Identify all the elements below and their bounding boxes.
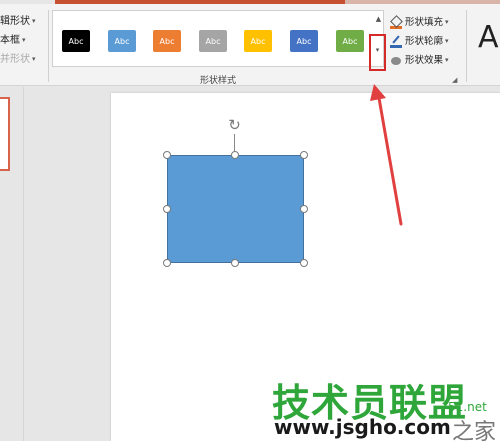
format-buttons: 形状填充 ▾ 形状轮廓 ▾ 形状效果 ▾	[390, 13, 460, 70]
style-swatch-orange[interactable]: Abc	[153, 30, 181, 52]
pen-outline-icon	[390, 36, 402, 48]
group-divider	[466, 10, 467, 82]
shape-styles-gallery: Abc Abc Abc Abc Abc Abc Abc	[52, 10, 384, 67]
chevron-down-icon: ▾	[32, 55, 36, 63]
dialog-launcher-icon[interactable]: ◢	[452, 76, 457, 84]
slide-thumbnail-selected[interactable]	[0, 97, 10, 171]
chevron-down-icon: ▾	[32, 17, 36, 25]
style-swatch-blue[interactable]: Abc	[108, 30, 136, 52]
gallery-more-icon[interactable]: ▾	[369, 34, 386, 71]
shape-effects-button[interactable]: 形状效果 ▾	[390, 51, 460, 70]
text-box-button[interactable]: 本框 ▾	[0, 31, 52, 50]
chevron-down-icon: ▾	[445, 37, 449, 45]
shape-effects-label: 形状效果	[405, 55, 444, 66]
rectangle-shape[interactable]	[167, 155, 304, 263]
swatch-label: Abc	[159, 36, 175, 46]
resize-handle-left[interactable]	[163, 205, 171, 213]
swatch-label: Abc	[68, 36, 84, 46]
ribbon: 辑形状 ▾ 本框 ▾ 并形状 ▾ Abc Abc Abc Abc Abc Abc Ab…	[0, 4, 500, 86]
watermark-url: www.jsgho.com	[274, 415, 451, 439]
swatch-label: Abc	[342, 36, 358, 46]
edit-shape-label: 辑形状	[0, 16, 30, 27]
resize-handle-right[interactable]	[300, 205, 308, 213]
insert-shapes-group: 辑形状 ▾ 本框 ▾ 并形状 ▾	[0, 12, 52, 69]
merge-shapes-label: 并形状	[0, 54, 30, 65]
style-swatch-black[interactable]: Abc	[62, 30, 90, 52]
swatch-label: Abc	[296, 36, 312, 46]
style-swatch-dark-blue[interactable]: Abc	[290, 30, 318, 52]
merge-shapes-button[interactable]: 并形状 ▾	[0, 50, 52, 69]
shape-styles-group-label: 形状样式	[200, 76, 237, 86]
rotate-handle-icon[interactable]: ↻	[226, 117, 243, 134]
group-divider	[48, 10, 49, 82]
resize-handle-top-right[interactable]	[300, 151, 308, 159]
text-box-label: 本框	[0, 35, 20, 46]
style-swatch-gold[interactable]: Abc	[244, 30, 272, 52]
shape-fill-label: 形状填充	[405, 17, 444, 28]
style-swatch-green[interactable]: Abc	[336, 30, 364, 52]
style-swatch-gray[interactable]: Abc	[199, 30, 227, 52]
paint-bucket-icon	[390, 17, 402, 29]
triangle-up-icon[interactable]: ▲	[373, 11, 384, 26]
edit-shape-button[interactable]: 辑形状 ▾	[0, 12, 52, 31]
chevron-down-icon: ▾	[22, 36, 26, 44]
shape-fill-button[interactable]: 形状填充 ▾	[390, 13, 460, 32]
wordart-style-preview[interactable]: A	[478, 20, 499, 55]
resize-handle-bottom-left[interactable]	[163, 259, 171, 267]
shape-outline-label: 形状轮廓	[405, 36, 444, 47]
resize-handle-top[interactable]	[231, 151, 239, 159]
shape-effects-icon	[390, 55, 402, 67]
shape-outline-button[interactable]: 形状轮廓 ▾	[390, 32, 460, 51]
swatch-label: Abc	[114, 36, 130, 46]
watermark-domain: 51.net	[448, 400, 487, 414]
resize-handle-top-left[interactable]	[163, 151, 171, 159]
chevron-down-icon: ▾	[445, 56, 449, 64]
chevron-down-icon: ▾	[445, 18, 449, 26]
resize-handle-bottom-right[interactable]	[300, 259, 308, 267]
watermark-home: 之家	[452, 420, 497, 441]
swatch-label: Abc	[205, 36, 221, 46]
swatch-label: Abc	[250, 36, 266, 46]
resize-handle-bottom[interactable]	[231, 259, 239, 267]
